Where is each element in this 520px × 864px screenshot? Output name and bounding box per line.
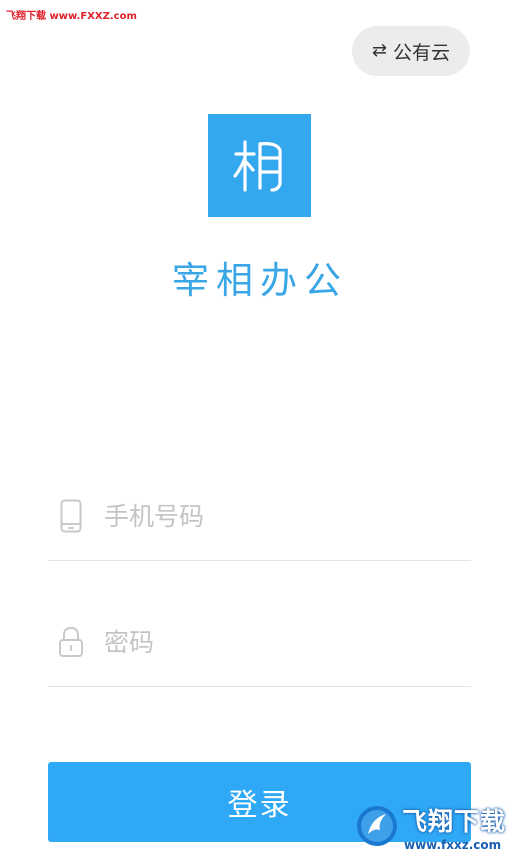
phone-field [48,472,471,561]
app-name: 宰相办公 [172,259,348,302]
watermark-bottom-text: 飞翔下载 [402,807,507,836]
phone-input[interactable] [104,501,444,531]
watermark-bottom: 飞翔下载 www.fxxz.com [354,800,514,858]
swap-arrows-icon: ⇄ [371,40,388,61]
logo-glyph [232,139,282,192]
server-switch-button[interactable]: ⇄ 公有云 [352,26,470,76]
lock-icon [52,622,90,662]
watermark-top: 飞翔下载 www.FXXZ.com [6,11,137,22]
password-input[interactable] [104,627,444,657]
app-logo [208,114,311,217]
server-switch-label: 公有云 [393,41,451,64]
watermark-bottom-url: www.fxxz.com [404,838,502,852]
password-field [48,598,471,687]
watermark-logo-icon [357,806,397,846]
phone-icon [52,496,90,536]
